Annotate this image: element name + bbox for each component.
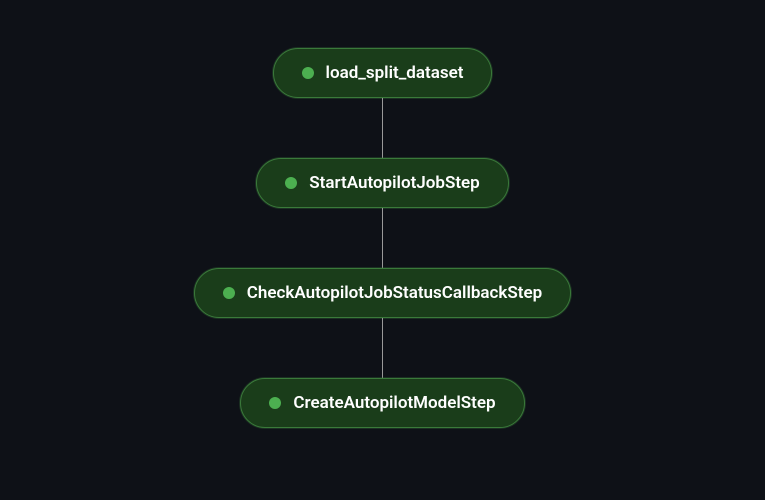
status-success-icon — [269, 397, 281, 409]
node-label: CheckAutopilotJobStatusCallbackStep — [247, 283, 542, 303]
pipeline-node-check-autopilot-status[interactable]: CheckAutopilotJobStatusCallbackStep — [194, 268, 571, 318]
pipeline-node-create-autopilot-model[interactable]: CreateAutopilotModelStep — [240, 378, 524, 428]
node-label: CreateAutopilotModelStep — [293, 393, 495, 413]
connector-line — [382, 318, 383, 378]
status-success-icon — [223, 287, 235, 299]
pipeline-node-start-autopilot-job[interactable]: StartAutopilotJobStep — [256, 158, 509, 208]
pipeline-node-load-split-dataset[interactable]: load_split_dataset — [273, 48, 493, 98]
status-success-icon — [285, 177, 297, 189]
status-success-icon — [302, 67, 314, 79]
connector-line — [382, 208, 383, 268]
node-label: load_split_dataset — [326, 63, 464, 83]
node-label: StartAutopilotJobStep — [309, 173, 480, 193]
connector-line — [382, 98, 383, 158]
